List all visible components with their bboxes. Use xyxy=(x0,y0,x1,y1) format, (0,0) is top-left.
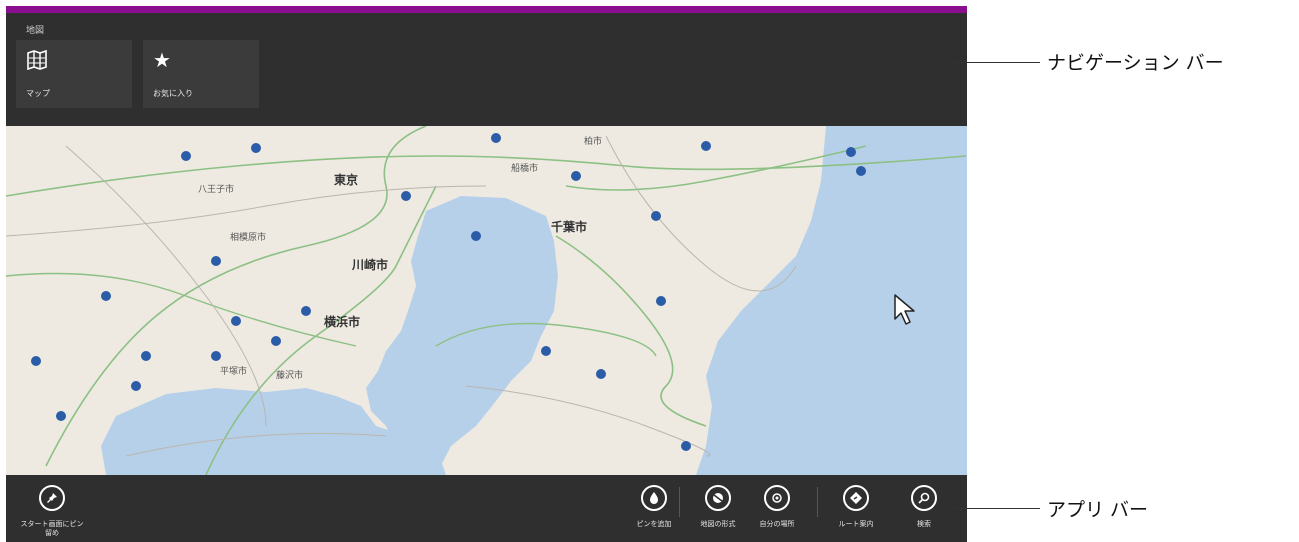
map-style-icon xyxy=(705,485,731,511)
map-icon xyxy=(26,49,48,71)
map-style-button[interactable]: 地図の形式 xyxy=(688,485,748,529)
city-label-fujisawa: 藤沢市 xyxy=(276,369,303,381)
directions-label: ルート案内 xyxy=(838,520,874,528)
search-label: 検索 xyxy=(917,520,931,528)
appbar-separator xyxy=(817,487,818,517)
callout-line-navbar xyxy=(950,62,1040,63)
directions-icon xyxy=(843,485,869,511)
search-button[interactable]: 検索 xyxy=(894,485,954,529)
city-label-chiba: 千葉市 xyxy=(551,219,587,234)
city-label-hachioji: 八王子市 xyxy=(198,183,234,195)
mouse-cursor-icon xyxy=(893,293,919,331)
my-location-button[interactable]: 自分の場所 xyxy=(747,485,807,529)
city-label-funabashi: 船橋市 xyxy=(511,162,538,174)
nav-tile-map-label: マップ xyxy=(26,89,50,98)
add-pin-label: ピンを追加 xyxy=(636,520,672,528)
pin-to-start-button[interactable]: スタート画面にピン 留め xyxy=(20,485,84,538)
map-canvas: 東京 千葉市 川崎市 横浜市 相模原市 船橋市 八王子市 平塚市 藤沢市 柏市 xyxy=(6,126,967,475)
star-icon: ★ xyxy=(153,48,171,72)
nav-tile-favorites[interactable]: ★ お気に入り xyxy=(143,40,259,108)
app-bar: スタート画面にピン 留め ピンを追加 地図の形式 自分の場所 ルート案内 検索 xyxy=(6,475,967,542)
city-label-yokohama: 横浜市 xyxy=(324,314,360,329)
city-label-sagamihara: 相模原市 xyxy=(230,231,266,243)
city-label-kashiwa: 柏市 xyxy=(584,135,602,147)
accent-strip xyxy=(6,6,967,13)
drop-pin-icon xyxy=(641,485,667,511)
appbar-separator xyxy=(679,487,680,517)
directions-button[interactable]: ルート案内 xyxy=(826,485,886,529)
city-label-kawasaki: 川崎市 xyxy=(351,257,388,272)
my-location-label: 自分の場所 xyxy=(759,520,795,528)
nav-tile-favorites-label: お気に入り xyxy=(153,89,193,98)
location-icon xyxy=(764,485,790,511)
add-pin-button[interactable]: ピンを追加 xyxy=(624,485,684,529)
app-screen: 地図 マップ ★ お気に入り 東京 千葉市 川崎市 横浜市 相模原市 船橋市 八… xyxy=(6,6,967,542)
callout-line-appbar xyxy=(950,508,1040,509)
nav-tile-map[interactable]: マップ xyxy=(16,40,132,108)
pin-to-start-label-2: 留め xyxy=(45,529,59,537)
map-style-label: 地図の形式 xyxy=(700,520,736,528)
callout-navbar: ナビゲーション バー xyxy=(1047,52,1224,74)
city-label-tokyo: 東京 xyxy=(334,172,358,187)
callout-appbar: アプリ バー xyxy=(1047,499,1149,521)
app-title: 地図 xyxy=(26,26,45,36)
city-label-hiratsuka: 平塚市 xyxy=(220,365,247,377)
pin-icon xyxy=(39,485,65,511)
search-icon xyxy=(911,485,937,511)
map-view[interactable]: 東京 千葉市 川崎市 横浜市 相模原市 船橋市 八王子市 平塚市 藤沢市 柏市 xyxy=(6,126,967,475)
navigation-bar: 地図 マップ ★ お気に入り xyxy=(6,13,967,126)
pin-to-start-label-1: スタート画面にピン xyxy=(20,520,84,528)
